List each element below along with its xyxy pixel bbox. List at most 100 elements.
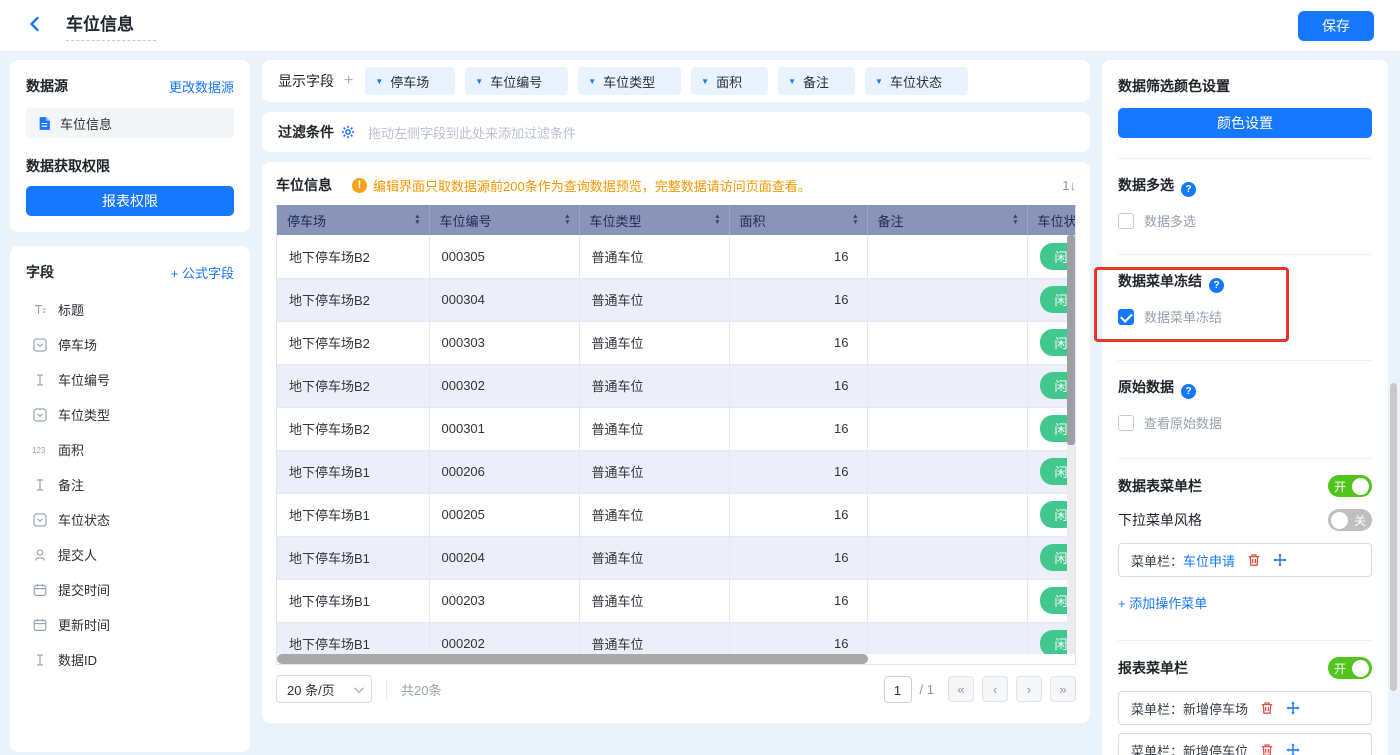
column-header[interactable]: 停车场▲▼ [277, 205, 429, 235]
menu-bar-item[interactable]: 菜单栏：新增停车场 [1118, 691, 1372, 725]
next-page-button[interactable]: › [1016, 676, 1042, 702]
filter-label: 过滤条件 [278, 122, 334, 142]
add-action-menu-link[interactable]: + 添加操作菜单 [1118, 593, 1207, 612]
report-menu-toggle[interactable]: 开 [1328, 657, 1372, 679]
table-row[interactable]: 地下停车场B2000304普通车位16闲置 [277, 278, 1076, 321]
table-vertical-scrollbar[interactable] [1067, 235, 1075, 654]
table-cell [867, 450, 1027, 493]
field-item[interactable]: 提交时间 [26, 572, 234, 607]
chevron-down-icon: ▼ [475, 77, 483, 86]
menu-freeze-checkbox[interactable] [1118, 309, 1134, 325]
page-scrollbar-thumb[interactable] [1390, 383, 1397, 691]
display-field-chip[interactable]: ▼面积 [691, 67, 768, 95]
move-icon[interactable] [1286, 743, 1300, 755]
sort-arrows-icon[interactable]: ▲▼ [414, 214, 420, 226]
help-icon[interactable]: ? [1209, 278, 1224, 293]
menu-bar-item[interactable]: 菜单栏：车位申请 [1118, 543, 1372, 577]
field-item[interactable]: 更新时间 [26, 607, 234, 642]
menu-bar-item[interactable]: 菜单栏：新增停车位 [1118, 733, 1372, 755]
field-item[interactable]: 备注 [26, 467, 234, 502]
field-item[interactable]: 车位编号 [26, 362, 234, 397]
move-icon[interactable] [1286, 701, 1300, 715]
display-field-chip[interactable]: ▼停车场 [365, 67, 455, 95]
field-label: 标题 [58, 300, 84, 319]
column-header[interactable]: 车位状态▲▼ [1027, 205, 1076, 235]
first-page-button[interactable]: « [948, 676, 974, 702]
table-cell: 地下停车场B1 [277, 450, 429, 493]
add-formula-field-link[interactable]: + 公式字段 [171, 263, 234, 282]
last-page-button[interactable]: » [1050, 676, 1076, 702]
trash-icon[interactable] [1247, 553, 1261, 567]
raw-data-checkbox[interactable] [1118, 415, 1134, 431]
table-row[interactable]: 地下停车场B1000206普通车位16闲置 [277, 450, 1076, 493]
trash-icon[interactable] [1260, 743, 1274, 755]
field-item[interactable]: 车位类型 [26, 397, 234, 432]
column-header[interactable]: 面积▲▼ [729, 205, 867, 235]
save-button[interactable]: 保存 [1298, 11, 1374, 41]
display-field-chip[interactable]: ▼车位状态 [865, 67, 968, 95]
filter-dropzone-placeholder[interactable]: 拖动左侧字段到此处来添加过滤条件 [368, 123, 576, 142]
sort-order-icon[interactable]: 1↓ [1062, 178, 1076, 193]
page-size-select[interactable]: 20 条/页 [276, 675, 372, 703]
sort-arrows-icon[interactable]: ▲▼ [1012, 214, 1018, 226]
page-number-input[interactable]: 1 [884, 676, 912, 703]
display-field-chip[interactable]: ▼车位类型 [578, 67, 681, 95]
table-cell: 16 [729, 321, 867, 364]
column-header[interactable]: 车位编号 ▲▼ [429, 205, 579, 235]
help-icon[interactable]: ? [1181, 384, 1196, 399]
dropdown-style-toggle[interactable]: 关 [1328, 509, 1372, 531]
sort-arrows-icon[interactable]: ▲▼ [564, 214, 570, 226]
change-datasource-link[interactable]: 更改数据源 [169, 77, 234, 96]
multi-select-checkbox[interactable] [1118, 213, 1134, 229]
move-icon[interactable] [1273, 553, 1287, 567]
field-item[interactable]: 数据ID [26, 642, 234, 677]
page-title[interactable]: 车位信息 [66, 10, 156, 41]
color-setting-heading: 数据筛选颜色设置 [1118, 76, 1372, 96]
field-item[interactable]: 车位状态 [26, 502, 234, 537]
sort-arrows-icon[interactable]: ▲▼ [714, 214, 720, 226]
display-field-chip[interactable]: ▼备注 [778, 67, 855, 95]
column-label: 车位类型 [590, 214, 642, 229]
table-horizontal-scrollbar-thumb[interactable] [277, 654, 868, 664]
table-row[interactable]: 地下停车场B2000305普通车位16闲置 [277, 235, 1076, 278]
trash-icon[interactable] [1260, 701, 1274, 715]
table-row[interactable]: 地下停车场B1000204普通车位16闲置 [277, 536, 1076, 579]
field-label: 车位类型 [58, 405, 110, 424]
table-row[interactable]: 地下停车场B1000205普通车位16闲置 [277, 493, 1076, 536]
field-item[interactable]: 123面积 [26, 432, 234, 467]
datasource-heading: 数据源 [26, 76, 68, 96]
report-permission-button[interactable]: 报表权限 [26, 186, 234, 216]
menu-item-prefix: 菜单栏： [1131, 551, 1183, 570]
help-icon[interactable]: ? [1181, 182, 1196, 197]
document-icon [36, 116, 52, 131]
sort-arrows-icon[interactable]: ▲▼ [852, 214, 858, 226]
column-label: 车位编号 [440, 214, 492, 229]
gear-icon[interactable] [341, 125, 355, 139]
table-cell: 000301 [429, 407, 579, 450]
table-cell: 000203 [429, 579, 579, 622]
filter-card: 过滤条件 拖动左侧字段到此处来添加过滤条件 [262, 112, 1090, 152]
add-display-field-button[interactable]: + [344, 72, 353, 90]
display-field-chip[interactable]: ▼车位编号 [465, 67, 568, 95]
datasource-item[interactable]: 车位信息 [26, 108, 234, 138]
table-horizontal-scrollbar[interactable] [277, 654, 1075, 664]
field-item[interactable]: 标题 [26, 292, 234, 327]
color-setting-button[interactable]: 颜色设置 [1118, 108, 1372, 138]
field-item[interactable]: 提交人 [26, 537, 234, 572]
table-menu-toggle[interactable]: 开 [1328, 475, 1372, 497]
settings-card: 数据筛选颜色设置 颜色设置 数据多选? 数据多选 数据菜单冻结? 数据菜单冻结 … [1102, 60, 1388, 755]
prev-page-button[interactable]: ‹ [982, 676, 1008, 702]
menu-freeze-checkbox-label: 数据菜单冻结 [1144, 307, 1222, 326]
table-cell: 000206 [429, 450, 579, 493]
table-row[interactable]: 地下停车场B2000301普通车位16闲置 [277, 407, 1076, 450]
column-header[interactable]: 车位类型 ▲▼ [579, 205, 729, 235]
field-item[interactable]: 停车场 [26, 327, 234, 362]
raw-data-heading: 原始数据? [1118, 377, 1372, 399]
table-row[interactable]: 地下停车场B1000203普通车位16闲置 [277, 579, 1076, 622]
chevron-down-icon: ▼ [588, 77, 596, 86]
table-row[interactable]: 地下停车场B2000302普通车位16闲置 [277, 364, 1076, 407]
back-button[interactable] [26, 16, 46, 36]
column-header[interactable]: 备注▲▼ [867, 205, 1027, 235]
table-vertical-scrollbar-thumb[interactable] [1067, 235, 1075, 445]
table-row[interactable]: 地下停车场B2000303普通车位16闲置 [277, 321, 1076, 364]
